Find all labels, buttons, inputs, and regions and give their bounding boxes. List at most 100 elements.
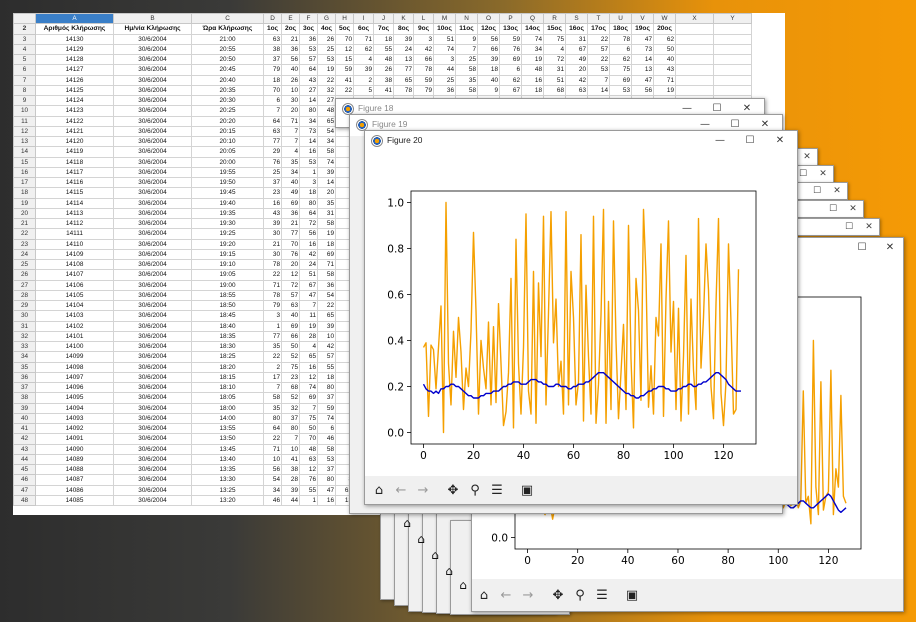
cell[interactable]: 78	[393, 84, 414, 97]
header-cell[interactable]	[713, 23, 752, 35]
cell[interactable]	[675, 84, 714, 97]
cell[interactable]: 49	[281, 187, 300, 199]
cell[interactable]: 7	[281, 125, 300, 138]
cell[interactable]: 63	[263, 33, 282, 45]
cell[interactable]: 30/6/2004	[113, 146, 192, 158]
row-number[interactable]: 28	[13, 289, 36, 302]
cell[interactable]: 53	[317, 53, 336, 66]
save-icon[interactable]: ▣	[622, 586, 642, 606]
cell[interactable]: 59	[413, 74, 434, 86]
cell[interactable]: 13:35	[191, 463, 264, 476]
column-header[interactable]: Y	[713, 13, 752, 25]
cell[interactable]: 57	[587, 43, 610, 56]
header-cell[interactable]: 7ος	[373, 23, 394, 35]
header-cell[interactable]: 16ος	[565, 23, 588, 35]
cell[interactable]: 18:30	[191, 340, 264, 353]
cell[interactable]: 20:00	[191, 156, 264, 168]
cell[interactable]: 72	[281, 279, 300, 291]
cell[interactable]: 7	[587, 74, 610, 86]
cell[interactable]: 64	[299, 207, 318, 220]
cell[interactable]: 59	[499, 33, 522, 45]
cell[interactable]: 10	[281, 443, 300, 455]
cell[interactable]: 19:10	[191, 258, 264, 271]
cell[interactable]: 53	[587, 64, 610, 76]
zoom-icon[interactable]: ⚲	[570, 586, 590, 606]
cell[interactable]: 77	[393, 64, 414, 76]
cell[interactable]: 14	[631, 53, 654, 66]
cell[interactable]: 48	[299, 443, 318, 455]
cell[interactable]: 14:00	[191, 412, 264, 425]
cell[interactable]	[713, 84, 752, 97]
row-number[interactable]: 36	[13, 371, 36, 384]
row-number[interactable]: 34	[13, 351, 36, 363]
cell[interactable]: 74	[317, 412, 336, 425]
cell[interactable]: 9	[455, 33, 478, 45]
cell[interactable]: 43	[299, 74, 318, 86]
cell[interactable]: 19:20	[191, 238, 264, 250]
cell[interactable]: 40	[281, 176, 300, 189]
row-number[interactable]: 22	[13, 228, 36, 240]
close-button[interactable]: ✕	[861, 220, 877, 234]
cell[interactable]: 14121	[35, 125, 114, 138]
row-number[interactable]: 45	[13, 463, 36, 476]
cell[interactable]: 70	[281, 238, 300, 250]
cell[interactable]: 80	[263, 412, 282, 425]
cell[interactable]: 48	[521, 64, 544, 76]
column-header[interactable]: O	[477, 13, 500, 25]
figure-window-stub[interactable]: ✕☐	[794, 218, 880, 236]
header-cell[interactable]: 11ος	[455, 23, 478, 35]
cell[interactable]: 18	[317, 371, 336, 384]
close-button[interactable]: ✕	[845, 202, 861, 216]
row-number[interactable]: 27	[13, 279, 36, 291]
cell[interactable]: 37	[317, 392, 336, 404]
cell[interactable]: 14117	[35, 166, 114, 179]
cell[interactable]: 66	[477, 43, 500, 56]
cell[interactable]: 3	[263, 310, 282, 322]
cell[interactable]: 71	[263, 279, 282, 291]
cell[interactable]: 63	[299, 453, 318, 466]
row-number[interactable]: 3	[13, 33, 36, 45]
row-number[interactable]: 23	[13, 238, 36, 250]
cell[interactable]: 27	[317, 94, 336, 107]
cell[interactable]: 4	[299, 340, 318, 353]
cell[interactable]: 30/6/2004	[113, 105, 192, 117]
cell[interactable]: 14107	[35, 269, 114, 281]
cell[interactable]: 29	[263, 146, 282, 158]
cell[interactable]: 34	[521, 43, 544, 56]
cell[interactable]: 30/6/2004	[113, 494, 192, 507]
cell[interactable]: 20:35	[191, 84, 264, 97]
cell[interactable]: 14	[299, 94, 318, 107]
cell[interactable]: 79	[263, 64, 282, 76]
cell[interactable]: 63	[281, 299, 300, 312]
row-number[interactable]: 42	[13, 433, 36, 445]
cell[interactable]: 35	[317, 197, 336, 209]
cell[interactable]: 54	[317, 125, 336, 138]
cell[interactable]: 10	[263, 453, 282, 466]
cell[interactable]	[713, 33, 752, 45]
cell[interactable]: 14105	[35, 289, 114, 302]
cell[interactable]: 74	[299, 381, 318, 394]
cell[interactable]	[713, 53, 752, 66]
cell[interactable]: 70	[263, 84, 282, 97]
cell[interactable]: 10	[281, 84, 300, 97]
cell[interactable]: 20	[281, 258, 300, 271]
cell[interactable]: 43	[653, 64, 676, 76]
cell[interactable]: 14115	[35, 187, 114, 199]
cell[interactable]: 75	[609, 64, 632, 76]
cell[interactable]: 30/6/2004	[113, 371, 192, 384]
forward-arrow-icon[interactable]: →	[413, 481, 433, 501]
cell[interactable]: 14099	[35, 351, 114, 363]
cell[interactable]: 73	[631, 43, 654, 56]
cell[interactable]: 59	[335, 64, 354, 76]
cell[interactable]: 30/6/2004	[113, 310, 192, 322]
cell[interactable]: 30/6/2004	[113, 217, 192, 230]
cell[interactable]: 78	[263, 289, 282, 302]
cell[interactable]: 13:45	[191, 443, 264, 455]
header-cell[interactable]: 13ος	[499, 23, 522, 35]
cell[interactable]: 46	[317, 433, 336, 445]
cell[interactable]: 55	[317, 361, 336, 373]
cell[interactable]: 30/6/2004	[113, 64, 192, 76]
column-header[interactable]: L	[413, 13, 434, 25]
cell[interactable]: 18:00	[191, 402, 264, 414]
cell[interactable]: 14120	[35, 135, 114, 148]
